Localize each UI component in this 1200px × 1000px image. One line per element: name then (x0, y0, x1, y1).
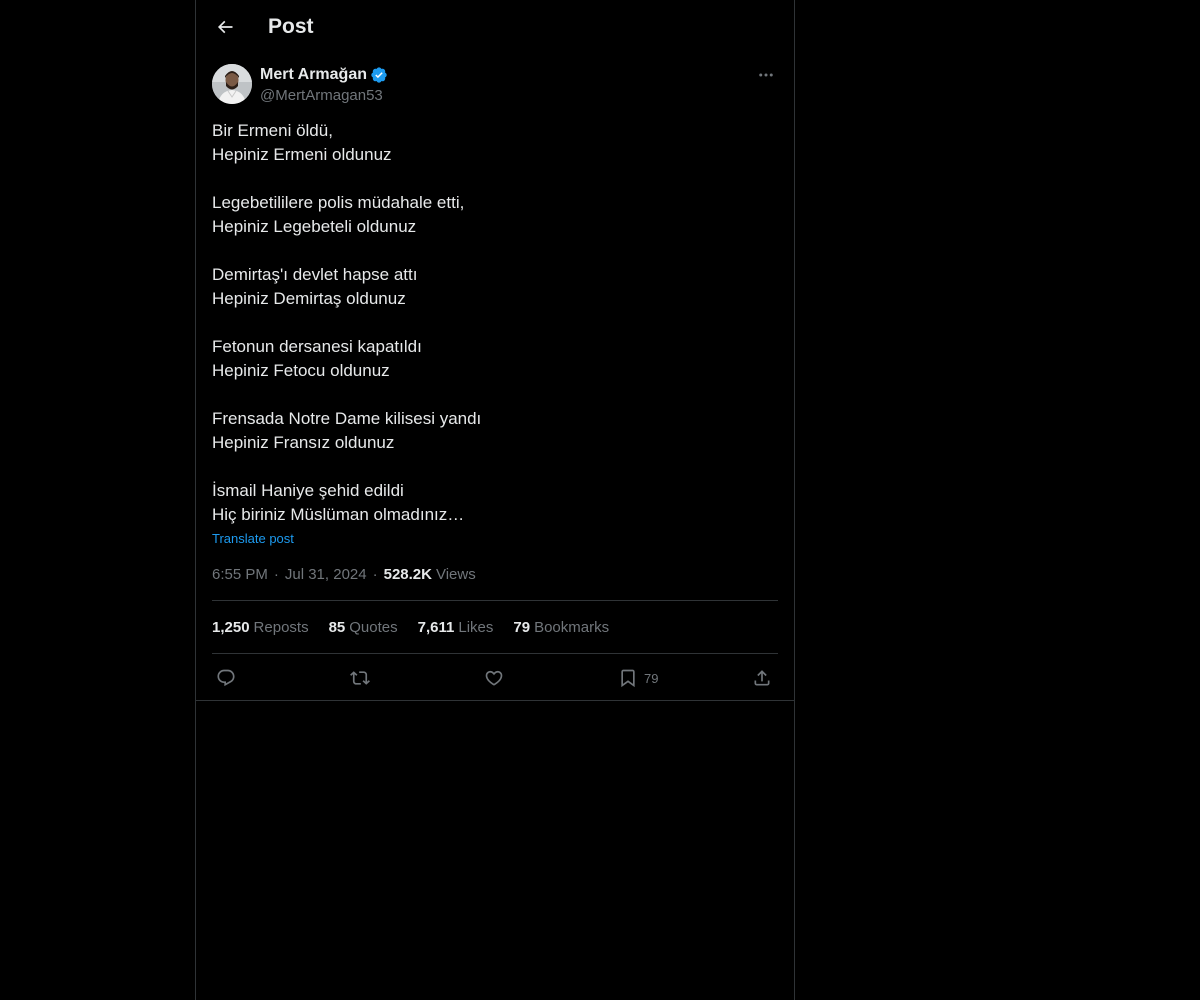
bookmarks-label: Bookmarks (534, 619, 610, 636)
post-meta: 6:55 PM · Jul 31, 2024 · 528.2K Views (212, 565, 476, 585)
bookmark-count: 79 (644, 670, 659, 686)
heart-icon (485, 670, 503, 686)
author-handle[interactable]: @MertArmagan53 (260, 86, 388, 106)
author-display-name[interactable]: Mert Armağan (260, 65, 367, 85)
repost-icon (350, 671, 370, 685)
reposts-label: Reposts (253, 619, 309, 636)
arrow-left-icon (217, 20, 233, 34)
share-button[interactable] (752, 664, 772, 692)
quotes-label: Quotes (349, 619, 398, 636)
post-time[interactable]: 6:55 PM (212, 565, 268, 585)
avatar[interactable] (212, 64, 252, 104)
display-name-row: Mert Armağan (260, 65, 388, 85)
page-header: Post (196, 0, 794, 54)
meta-separator: · (273, 566, 279, 583)
meta-separator: · (372, 566, 378, 583)
bookmarks-count: 79 (513, 619, 531, 636)
post-date[interactable]: Jul 31, 2024 (285, 565, 367, 585)
likes-count: 7,611 (417, 619, 455, 636)
author-info: Mert Armağan @MertArmagan53 (260, 65, 388, 106)
page-title: Post (268, 15, 314, 38)
reply-icon (217, 669, 235, 687)
share-icon (754, 670, 770, 686)
translate-post-link[interactable]: Translate post (212, 530, 294, 548)
more-horizontal-icon (759, 73, 773, 77)
divider (212, 653, 778, 654)
verified-badge-icon[interactable] (370, 66, 388, 84)
repost-button[interactable] (350, 664, 370, 692)
main-column: Post Mert Armağan @MertArmagan53 Bir Erm… (195, 0, 795, 1000)
quotes-count: 85 (328, 619, 346, 636)
bookmarks-stat[interactable]: 79 Bookmarks (513, 618, 609, 638)
more-options-button[interactable] (754, 64, 778, 86)
action-bar: 79 (212, 664, 778, 692)
back-button[interactable] (208, 10, 242, 44)
views-count: 528.2K (383, 566, 432, 583)
quotes-stat[interactable]: 85 Quotes (329, 618, 398, 638)
reposts-count: 1,250 (212, 619, 250, 636)
reply-button[interactable] (216, 664, 236, 692)
post-text: Bir Ermeni öldü, Hepiniz Ermeni oldunuz … (212, 121, 482, 524)
likes-stat[interactable]: 7,611 Likes (418, 618, 494, 638)
like-button[interactable] (484, 664, 504, 692)
bookmark-icon (621, 669, 635, 688)
post-bottom-border (196, 700, 794, 701)
views-label: Views (435, 566, 476, 583)
likes-label: Likes (458, 619, 494, 636)
engagement-stats: 1,250 Reposts 85 Quotes 7,611 Likes 79 Bookm… (212, 618, 629, 638)
divider (212, 600, 778, 601)
bookmark-button[interactable]: 79 (618, 664, 658, 692)
reposts-stat[interactable]: 1,250 Reposts (212, 618, 309, 638)
